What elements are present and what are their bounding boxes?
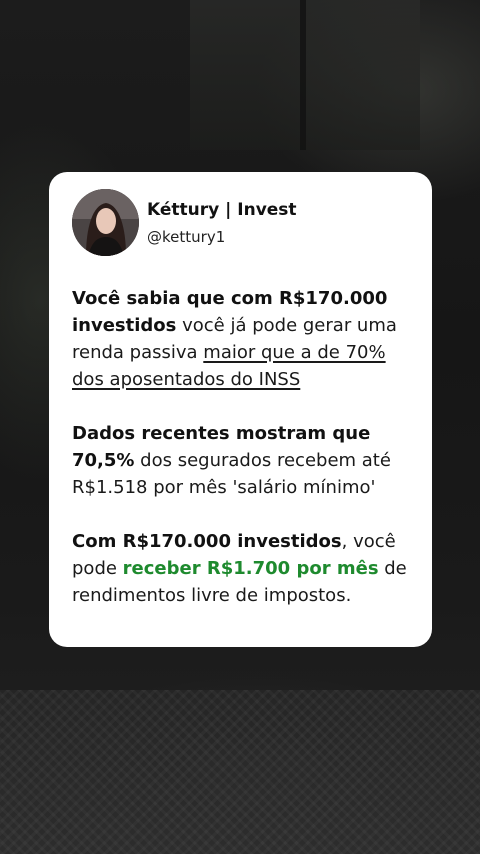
profile-name[interactable]: Kéttury | Invest — [147, 200, 297, 220]
paragraph-2: Dados recentes mostram que 70,5% dos seg… — [72, 420, 417, 501]
paragraph-1: Você sabia que com R$170.000 investidos … — [72, 285, 417, 393]
background-window-frame — [300, 0, 306, 150]
avatar[interactable] — [72, 189, 139, 256]
post-body: Você sabia que com R$170.000 investidos … — [72, 285, 417, 636]
avatar-image — [72, 189, 139, 256]
post-card: Kéttury | Invest @kettury1 Você sabia qu… — [49, 172, 432, 647]
paragraph-3: Com R$170.000 investidos, você pode rece… — [72, 528, 417, 609]
p3-green-highlight: receber R$1.700 por mês — [122, 558, 379, 579]
background-table — [0, 690, 480, 854]
profile-handle[interactable]: @kettury1 — [147, 228, 225, 246]
p3-bold-text: Com R$170.000 investidos — [72, 531, 342, 552]
